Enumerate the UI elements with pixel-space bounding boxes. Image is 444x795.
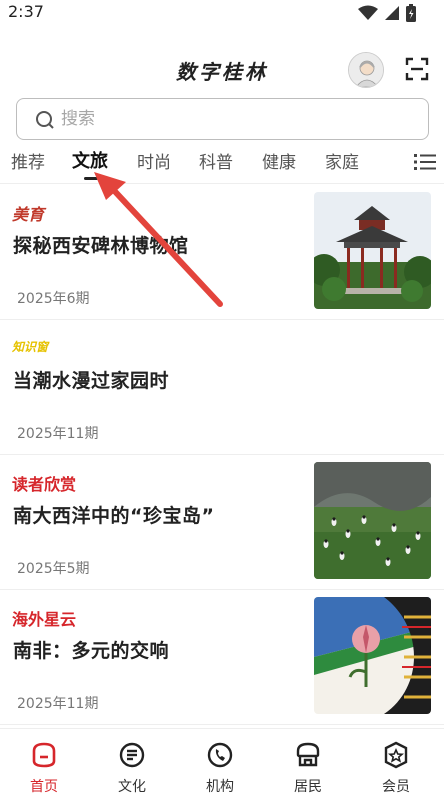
scan-icon bbox=[405, 57, 429, 81]
bottom-navigation: 首页 文化 机构 居民 会员 bbox=[0, 728, 444, 795]
phone-icon bbox=[207, 742, 233, 768]
app-header: 数字桂林 bbox=[0, 48, 444, 92]
article-title[interactable]: 探秘西安碑林博物馆 bbox=[13, 231, 189, 258]
article-tag: 知识窗 bbox=[12, 340, 49, 354]
article-issue: 2025年11期 bbox=[17, 426, 99, 442]
category-tabs: 推荐 文旅 时尚 科普 健康 家庭 bbox=[0, 144, 444, 184]
nav-member[interactable]: 会员 bbox=[352, 729, 440, 795]
status-bar: 2:37 bbox=[0, 0, 444, 26]
nav-label-culture: 文化 bbox=[118, 779, 146, 795]
article-tag: 读者欣赏 bbox=[12, 475, 77, 494]
nav-home[interactable]: 首页 bbox=[0, 729, 88, 795]
residents-icon bbox=[296, 742, 320, 767]
tab-science[interactable]: 科普 bbox=[199, 148, 233, 173]
article-card[interactable]: 美育 探秘西安碑林博物馆 2025年6期 bbox=[0, 185, 444, 320]
scan-button[interactable] bbox=[404, 56, 430, 82]
tab-fashion[interactable]: 时尚 bbox=[137, 148, 171, 173]
search-icon bbox=[36, 111, 54, 129]
document-icon bbox=[119, 742, 145, 768]
article-tag: 海外星云 bbox=[12, 610, 77, 629]
article-card[interactable]: 海外星云 南非：多元的交响 2025年11期 bbox=[0, 590, 444, 725]
list-menu-icon bbox=[414, 154, 436, 170]
article-thumbnail[interactable] bbox=[314, 192, 431, 309]
tab-recommend[interactable]: 推荐 bbox=[11, 148, 45, 173]
nav-label-institution: 机构 bbox=[206, 779, 234, 795]
signal-icon bbox=[385, 6, 399, 20]
article-card[interactable]: 读者欣赏 南大西洋中的“珍宝岛” 2025年5期 bbox=[0, 455, 444, 590]
home-icon bbox=[32, 742, 56, 768]
status-time: 2:37 bbox=[8, 2, 44, 21]
active-tab-indicator bbox=[84, 177, 98, 180]
article-thumbnail[interactable] bbox=[314, 462, 431, 579]
tab-family[interactable]: 家庭 bbox=[325, 148, 359, 173]
article-title[interactable]: 当潮水漫过家园时 bbox=[13, 366, 169, 393]
article-tag: 美育 bbox=[12, 205, 45, 224]
status-icons bbox=[358, 4, 416, 22]
wifi-icon bbox=[358, 5, 378, 20]
nav-institution[interactable]: 机构 bbox=[176, 729, 264, 795]
search-bar[interactable] bbox=[16, 98, 429, 140]
nav-culture[interactable]: 文化 bbox=[88, 729, 176, 795]
article-issue: 2025年5期 bbox=[17, 561, 90, 577]
search-input[interactable] bbox=[61, 99, 401, 139]
nav-label-home: 首页 bbox=[30, 779, 58, 795]
article-issue: 2025年6期 bbox=[17, 291, 90, 307]
pavilion-photo bbox=[314, 192, 431, 309]
avatar[interactable] bbox=[348, 52, 384, 88]
tab-health[interactable]: 健康 bbox=[262, 148, 296, 173]
south-africa-illustration bbox=[314, 597, 431, 714]
tab-more-button[interactable] bbox=[414, 152, 436, 172]
nav-residents[interactable]: 居民 bbox=[264, 729, 352, 795]
article-card[interactable]: 知识窗 当潮水漫过家园时 2025年11期 bbox=[0, 320, 444, 455]
article-issue: 2025年11期 bbox=[17, 696, 99, 712]
nav-label-member: 会员 bbox=[382, 779, 410, 795]
member-icon bbox=[384, 741, 408, 769]
battery-icon bbox=[406, 4, 416, 22]
tab-culture-travel[interactable]: 文旅 bbox=[72, 147, 108, 173]
article-thumbnail[interactable] bbox=[314, 597, 431, 714]
nav-label-residents: 居民 bbox=[294, 779, 322, 795]
penguin-island-photo bbox=[314, 462, 431, 579]
article-title[interactable]: 南大西洋中的“珍宝岛” bbox=[13, 501, 214, 528]
article-title[interactable]: 南非：多元的交响 bbox=[13, 636, 169, 663]
